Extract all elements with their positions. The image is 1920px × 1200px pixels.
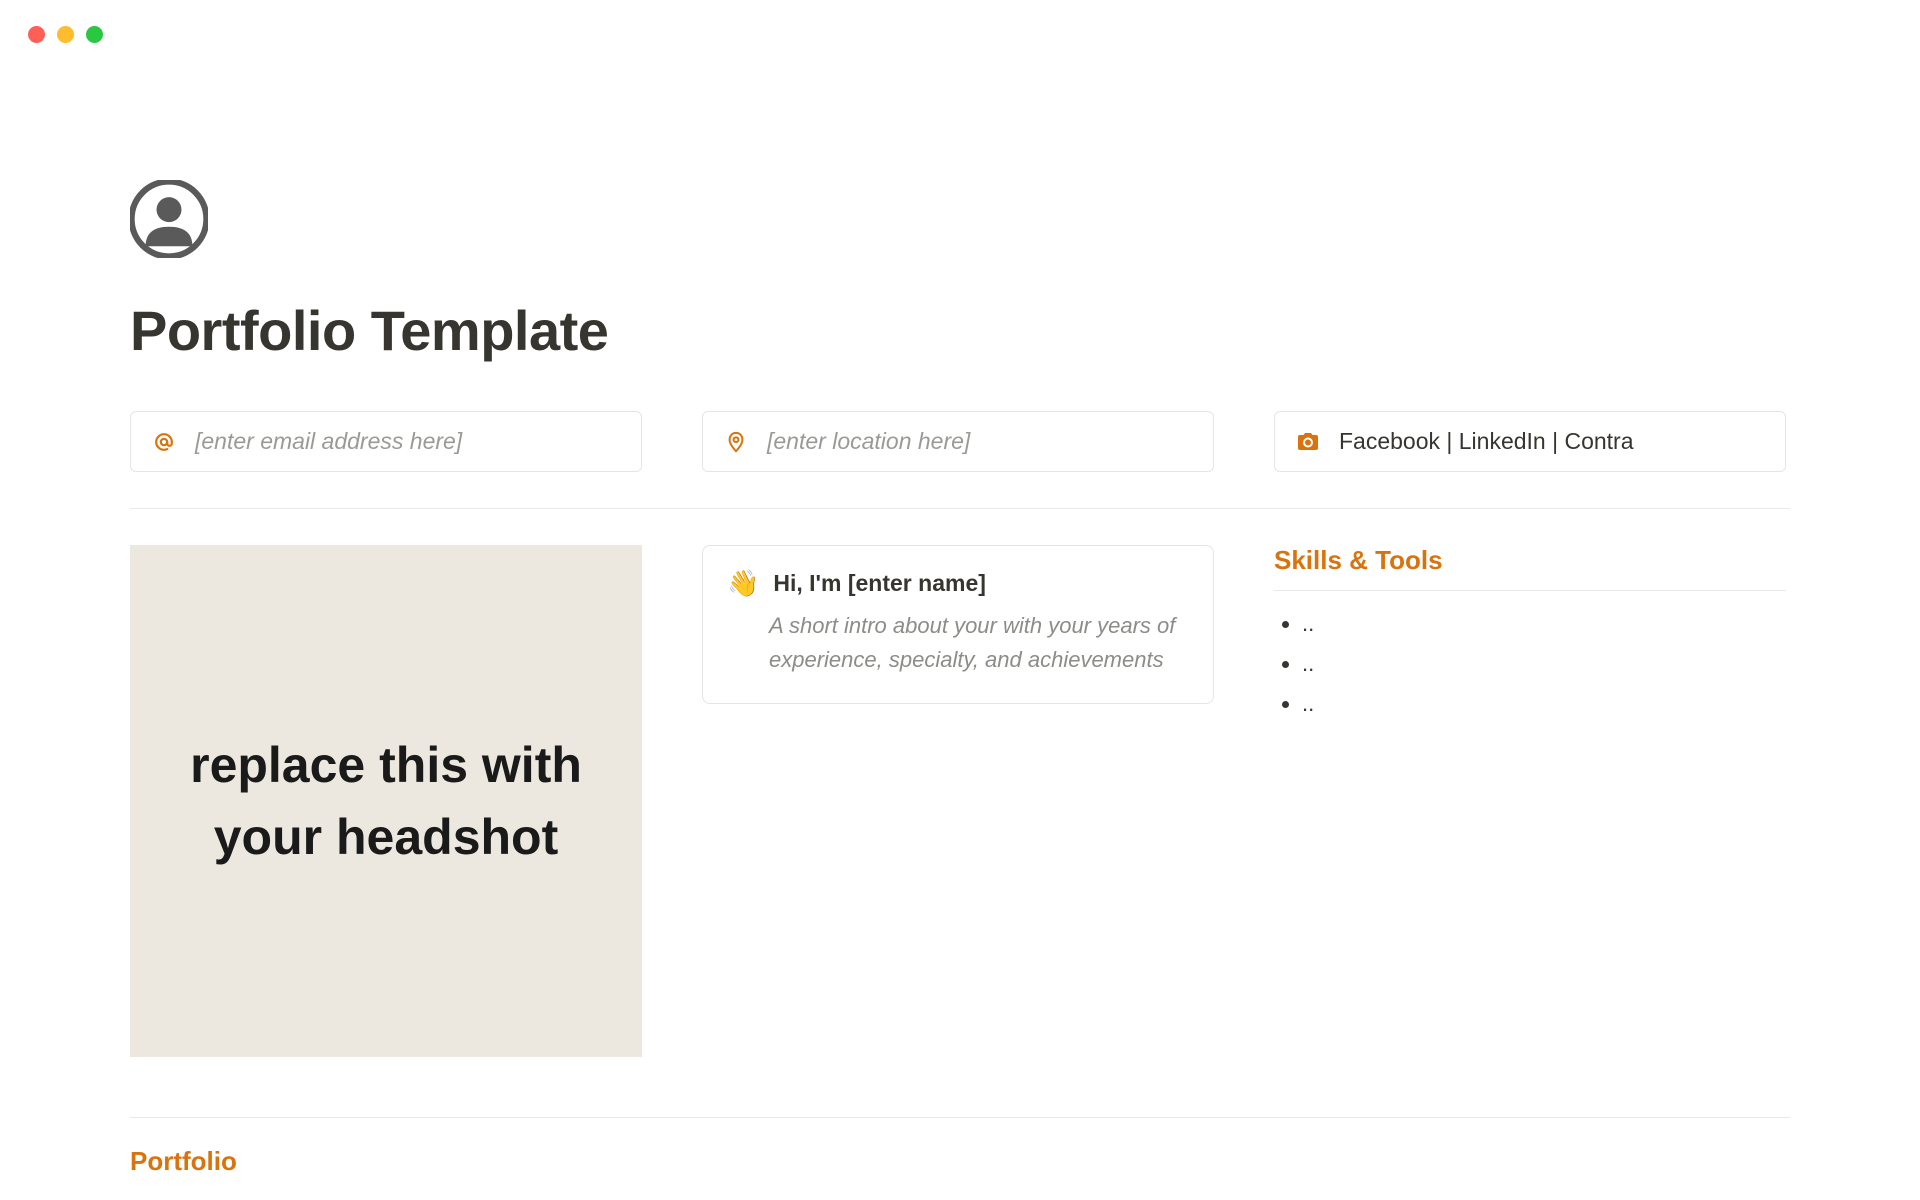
body-row: replace this with your headshot 👋 Hi, I'… [130,545,1790,1057]
contact-info-row: [enter email address here] [enter locati… [130,411,1790,472]
portfolio-section: Portfolio [130,1117,1790,1177]
skills-heading[interactable]: Skills & Tools [1274,545,1786,591]
at-icon [151,429,177,455]
email-card[interactable]: [enter email address here] [130,411,642,472]
divider [130,508,1790,509]
person-circle-icon [130,180,208,258]
email-placeholder: [enter email address here] [195,428,462,455]
intro-card[interactable]: 👋 Hi, I'm [enter name] A short intro abo… [702,545,1214,704]
location-card[interactable]: [enter location here] [702,411,1214,472]
close-window-icon[interactable] [28,26,45,43]
minimize-window-icon[interactable] [57,26,74,43]
window-traffic-lights[interactable] [28,26,103,43]
page-content: Portfolio Template [enter email address … [130,180,1790,1177]
maximize-window-icon[interactable] [86,26,103,43]
wave-icon: 👋 [727,568,759,599]
camera-icon [1295,429,1321,455]
intro-body: A short intro about your with your years… [727,609,1189,677]
skills-list[interactable]: .. .. .. [1274,611,1786,717]
intro-heading: Hi, I'm [enter name] [773,570,986,597]
list-item[interactable]: .. [1302,691,1786,717]
social-card[interactable]: Facebook | LinkedIn | Contra [1274,411,1786,472]
location-pin-icon [723,429,749,455]
divider [130,1117,1790,1118]
list-item[interactable]: .. [1302,651,1786,677]
skills-column: Skills & Tools .. .. .. [1274,545,1786,731]
list-item[interactable]: .. [1302,611,1786,637]
page-avatar[interactable] [130,180,208,258]
portfolio-heading[interactable]: Portfolio [130,1146,1790,1177]
location-placeholder: [enter location here] [767,428,970,455]
headshot-placeholder-text: replace this with your headshot [170,729,602,874]
social-links-text: Facebook | LinkedIn | Contra [1339,428,1634,455]
page-title[interactable]: Portfolio Template [130,298,1790,363]
headshot-placeholder[interactable]: replace this with your headshot [130,545,642,1057]
intro-heading-row: 👋 Hi, I'm [enter name] [727,568,1189,599]
